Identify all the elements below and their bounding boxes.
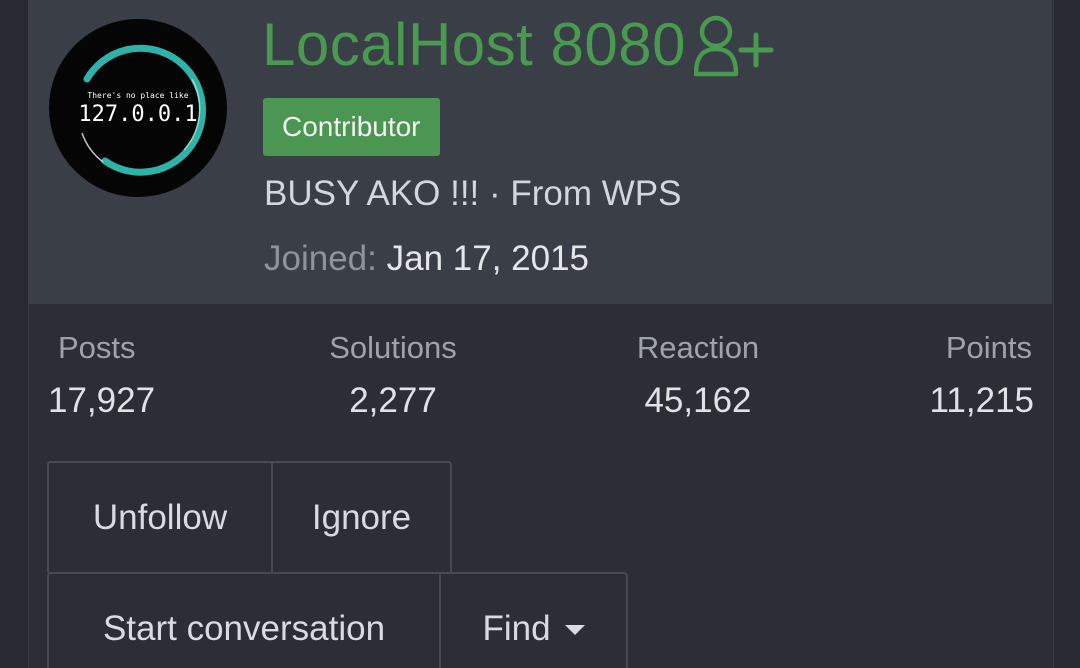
add-user-icon[interactable] bbox=[693, 12, 776, 78]
joined-label: Joined: bbox=[264, 239, 377, 278]
message-actions-group: Start conversation Find bbox=[47, 572, 628, 668]
ignore-button[interactable]: Ignore bbox=[271, 463, 450, 573]
stat-reaction-label[interactable]: Reaction bbox=[637, 328, 759, 368]
joined-info: Joined: Jan 17, 2015 bbox=[264, 237, 589, 281]
start-conversation-button[interactable]: Start conversation bbox=[49, 574, 439, 668]
stat-solutions-label[interactable]: Solutions bbox=[329, 328, 457, 368]
find-button[interactable]: Find bbox=[439, 574, 626, 668]
avatar-big-text: 127.0.0.1 bbox=[78, 102, 197, 127]
stat-points-value[interactable]: 11,215 bbox=[930, 378, 1034, 424]
unfollow-button[interactable]: Unfollow bbox=[49, 463, 271, 573]
profile-page: There's no place like 127.0.0.1 LocalHos… bbox=[0, 0, 1080, 668]
localhost-127-avatar-icon: There's no place like 127.0.0.1 bbox=[49, 19, 227, 197]
stat-posts-label[interactable]: Posts bbox=[58, 328, 136, 368]
username-row: LocalHost 8080 bbox=[262, 10, 776, 80]
caret-down-icon bbox=[564, 625, 585, 635]
stat-solutions-value[interactable]: 2,277 bbox=[349, 378, 437, 424]
user-title-badge: Contributor bbox=[263, 98, 440, 156]
avatar[interactable]: There's no place like 127.0.0.1 bbox=[47, 17, 229, 199]
stat-points-label[interactable]: Points bbox=[946, 328, 1032, 368]
find-button-label: Find bbox=[482, 609, 551, 648]
avatar-small-text: There's no place like bbox=[87, 91, 188, 100]
joined-date: Jan 17, 2015 bbox=[386, 239, 590, 278]
stat-reaction-value[interactable]: 45,162 bbox=[644, 378, 751, 424]
user-tagline: BUSY AKO !!! · From WPS bbox=[264, 174, 682, 213]
stat-posts-value[interactable]: 17,927 bbox=[48, 378, 155, 424]
follow-actions-group: Unfollow Ignore bbox=[47, 461, 452, 575]
username-link[interactable]: LocalHost 8080 bbox=[262, 10, 686, 80]
